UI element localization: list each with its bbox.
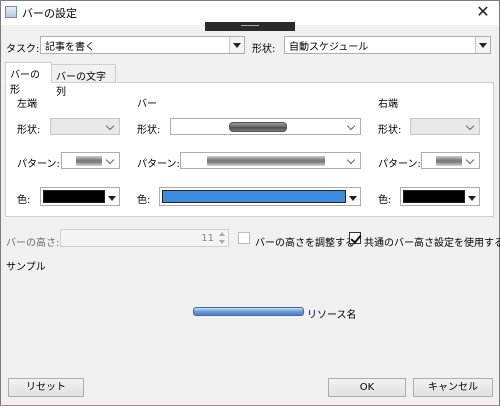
ok-button[interactable]: OK — [328, 378, 406, 397]
bar-title: バー — [137, 99, 157, 110]
schedule-shape-select[interactable]: 自動スケジュール — [284, 36, 491, 54]
chevron-down-icon — [349, 196, 357, 201]
right-pattern-preview — [436, 156, 462, 166]
tab-bar-text[interactable]: バーの文字列 — [51, 64, 116, 98]
adjust-height-label: バーの高さを調整する — [255, 238, 355, 249]
bar-height-spinner[interactable]: 11 — [60, 229, 229, 247]
bar-color-select[interactable] — [159, 187, 361, 206]
chevron-down-icon — [105, 121, 115, 131]
window-title: バーの設定 — [22, 7, 77, 20]
chevron-down-icon — [475, 37, 490, 53]
chevron-down-icon — [465, 121, 475, 131]
left-end-color-select[interactable] — [40, 187, 120, 206]
chevron-down-icon — [346, 155, 356, 165]
right-end-shape-select[interactable] — [410, 118, 480, 135]
bar-pattern-label: パターン: — [137, 159, 180, 170]
task-select-value: 記事を書く — [45, 42, 95, 53]
shape-label: 形状: — [252, 44, 276, 55]
bar-color-label: 色: — [137, 195, 151, 206]
bar-shape-label: 形状: — [137, 125, 161, 136]
right-end-color-label: 色: — [378, 195, 392, 206]
left-end-title: 左端 — [17, 99, 37, 110]
bar-pattern-preview — [207, 156, 325, 166]
sample-label: サンプル — [6, 262, 46, 273]
chevron-down-icon — [229, 37, 244, 53]
left-end-color-label: 色: — [17, 195, 31, 206]
tab-bar-shape[interactable]: バーの形 — [5, 62, 52, 96]
common-height-checkbox[interactable] — [349, 232, 362, 244]
adjust-height-checkbox[interactable] — [238, 232, 250, 244]
left-end-pattern-select[interactable] — [61, 152, 120, 169]
close-icon[interactable]: ✕ — [470, 2, 496, 22]
right-end-pattern-label: パターン: — [378, 159, 421, 170]
bar-height-value: 11 — [201, 233, 214, 244]
window-icon — [5, 6, 17, 18]
task-label: タスク: — [6, 44, 40, 55]
chevron-down-icon — [346, 121, 356, 131]
chevron-down-icon — [465, 155, 475, 165]
right-end-color-swatch — [403, 190, 465, 203]
check-icon — [350, 232, 362, 244]
right-end-pattern-select[interactable] — [421, 152, 480, 169]
bar-pattern-select[interactable] — [180, 152, 361, 169]
reset-button[interactable]: リセット — [8, 378, 84, 397]
bar-shape-select[interactable] — [170, 118, 361, 135]
chevron-down-icon — [468, 196, 476, 201]
task-select[interactable]: 記事を書く — [40, 36, 245, 54]
bar-height-label: バーの高さ: — [6, 238, 60, 249]
left-end-pattern-label: パターン: — [17, 159, 60, 170]
common-height-label: 共通のバー高さ設定を使用する — [364, 238, 500, 249]
spin-down-icon[interactable] — [218, 239, 227, 246]
chevron-down-icon — [108, 196, 116, 201]
bar-shape-preview — [229, 122, 287, 132]
right-end-shape-label: 形状: — [378, 125, 402, 136]
resize-grip-handle[interactable] — [205, 22, 295, 31]
cancel-button[interactable]: キャンセル — [413, 378, 493, 397]
left-end-shape-select[interactable] — [50, 118, 120, 135]
schedule-shape-value: 自動スケジュール — [289, 42, 369, 53]
bar-color-swatch — [162, 190, 346, 203]
sample-resource-name: リソース名 — [307, 310, 357, 321]
right-end-title: 右端 — [378, 99, 398, 110]
sample-bar-preview — [193, 307, 304, 316]
chevron-down-icon — [105, 155, 115, 165]
right-end-color-select[interactable] — [400, 187, 480, 206]
left-pattern-preview — [76, 156, 102, 166]
spin-up-icon[interactable] — [218, 231, 227, 238]
left-end-color-swatch — [43, 190, 105, 203]
left-end-shape-label: 形状: — [17, 125, 41, 136]
